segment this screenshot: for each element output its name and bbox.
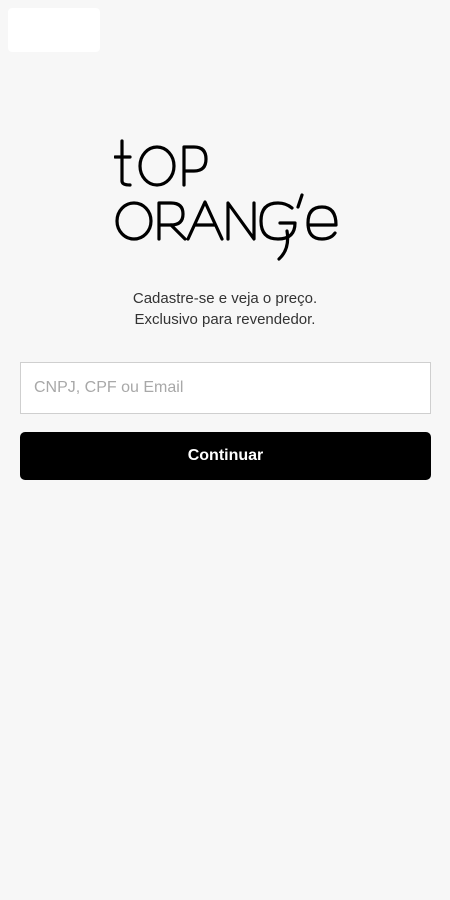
tagline-line-2: Exclusivo para revendedor.	[134, 311, 316, 328]
continue-button[interactable]: Continuar	[20, 432, 431, 480]
tagline: Cadastre-se e veja o preço. Exclusivo pa…	[0, 288, 450, 330]
top-left-placeholder	[8, 8, 100, 52]
identifier-input[interactable]	[21, 363, 430, 413]
tagline-line-1: Cadastre-se e veja o preço.	[132, 290, 318, 307]
identifier-field-container	[20, 362, 431, 414]
top-orange-logo	[114, 135, 339, 265]
logo-graphic	[114, 139, 338, 261]
